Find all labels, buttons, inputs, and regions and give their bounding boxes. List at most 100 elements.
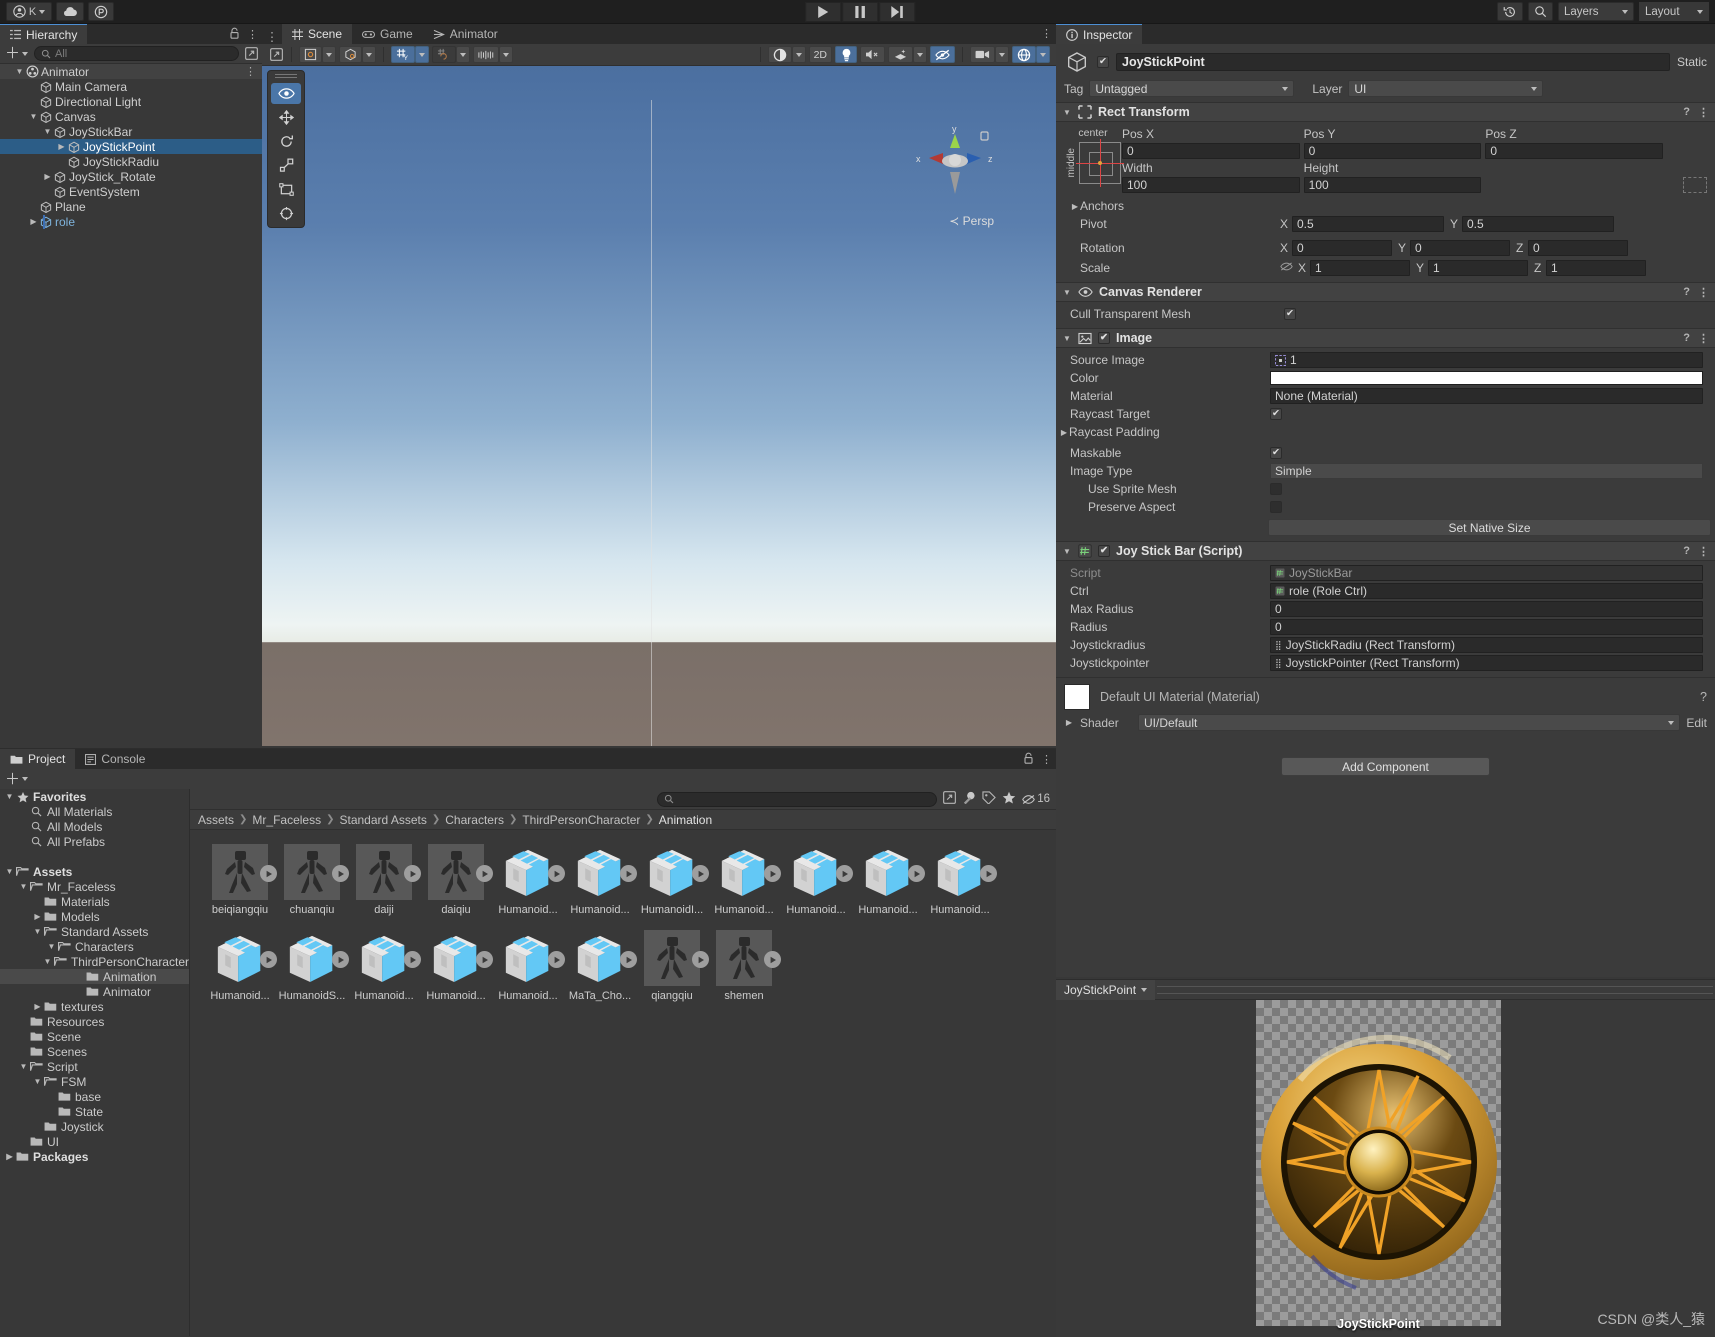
project-search-input[interactable] bbox=[657, 791, 938, 807]
material-field[interactable]: None (Material) bbox=[1270, 388, 1703, 404]
pivot-x-input[interactable]: 0.5 bbox=[1292, 216, 1444, 232]
max-radius-input[interactable]: 0 bbox=[1270, 601, 1703, 617]
posx-input[interactable]: 0 bbox=[1122, 143, 1300, 159]
hierarchy-item-plane[interactable]: ▶Plane bbox=[0, 199, 262, 214]
project-tree-item-mr-faceless[interactable]: ▼ Mr_Faceless bbox=[0, 879, 189, 894]
breadcrumb[interactable]: Assets ❯ Mr_Faceless ❯ Standard Assets ❯ Chara… bbox=[190, 810, 1056, 830]
anchor-preset[interactable]: center middle bbox=[1064, 127, 1124, 193]
asset-thumbnail[interactable] bbox=[644, 844, 709, 900]
gizmos-button[interactable] bbox=[1012, 46, 1036, 63]
chevron-down-icon[interactable]: ▼ bbox=[46, 942, 57, 951]
scene-fx-button[interactable] bbox=[888, 46, 913, 63]
scene-lighting-button[interactable] bbox=[835, 46, 857, 63]
breadcrumb-item-mr-faceless[interactable]: Mr_Faceless bbox=[252, 813, 321, 827]
project-tree-item-animation[interactable]: ▶Animation bbox=[0, 969, 189, 984]
project-menu-icon[interactable]: ⋮ bbox=[1041, 753, 1052, 766]
project-folder-tree[interactable]: ▼Favorites▶All Materials▶All Models▶All … bbox=[0, 789, 190, 1336]
shading-mode-dropdown[interactable] bbox=[791, 46, 806, 63]
chevron-down-icon[interactable]: ▼ bbox=[32, 1077, 43, 1086]
use-sprite-mesh-checkbox[interactable]: ✔ bbox=[1270, 483, 1282, 495]
static-label[interactable]: Static bbox=[1677, 55, 1707, 69]
hierarchy-item-canvas[interactable]: ▼ Canvas bbox=[0, 109, 262, 124]
asset-thumbnail[interactable] bbox=[572, 930, 637, 986]
breadcrumb-item-standard-assets[interactable]: Standard Assets bbox=[339, 813, 426, 827]
view-tool-button[interactable] bbox=[271, 83, 301, 104]
shader-dropdown[interactable]: UI/Default bbox=[1138, 714, 1681, 731]
color-swatch-field[interactable] bbox=[1270, 371, 1703, 385]
asset-thumbnail[interactable] bbox=[356, 844, 421, 900]
chevron-down-icon[interactable]: ▼ bbox=[1062, 334, 1072, 343]
help-icon[interactable]: ? bbox=[1683, 286, 1690, 298]
project-tree-item-assets[interactable]: ▼ Assets bbox=[0, 864, 189, 879]
play-preview-icon[interactable] bbox=[620, 951, 637, 968]
project-tree-item-textures[interactable]: ▶ textures bbox=[0, 999, 189, 1014]
layer-dropdown[interactable]: UI bbox=[1348, 80, 1544, 97]
scene-camera-button[interactable] bbox=[970, 46, 995, 63]
image-type-dropdown[interactable]: Simple bbox=[1270, 463, 1703, 479]
canvas-renderer-header[interactable]: ▼ Canvas Renderer ? ⋮ bbox=[1056, 282, 1715, 302]
project-tree-item-all-prefabs[interactable]: ▶All Prefabs bbox=[0, 834, 189, 849]
tab-console[interactable]: Console bbox=[75, 749, 156, 769]
play-preview-icon[interactable] bbox=[476, 951, 493, 968]
snap-increment-dropdown[interactable] bbox=[456, 46, 470, 63]
image-component-header[interactable]: ▼ ✔ Image ? ⋮ bbox=[1056, 328, 1715, 348]
chevron-right-icon[interactable]: ▶ bbox=[56, 142, 67, 151]
component-menu-icon[interactable]: ⋮ bbox=[1698, 106, 1709, 119]
tab-project[interactable]: Project bbox=[0, 749, 76, 769]
play-preview-icon[interactable] bbox=[404, 951, 421, 968]
move-tool-button[interactable] bbox=[271, 107, 301, 128]
hierarchy-item-directional-light[interactable]: ▶Directional Light bbox=[0, 94, 262, 109]
script-enabled-checkbox[interactable]: ✔ bbox=[1098, 545, 1110, 557]
play-preview-icon[interactable] bbox=[332, 865, 349, 882]
asset-thumbnail[interactable] bbox=[212, 930, 277, 986]
constrain-proportions-icon[interactable] bbox=[1280, 261, 1293, 275]
joystickpointer-field[interactable]: ⣿ JoystickPointer (Rect Transform) bbox=[1270, 655, 1703, 671]
chevron-down-icon[interactable]: ▼ bbox=[18, 1062, 29, 1071]
play-preview-icon[interactable] bbox=[764, 865, 781, 882]
asset-cell[interactable]: HumanoidS... bbox=[277, 930, 349, 1002]
project-tree-item-joystick[interactable]: ▶Joystick bbox=[0, 1119, 189, 1134]
project-tree-item-base[interactable]: ▶base bbox=[0, 1089, 189, 1104]
preview-name-dropdown[interactable]: JoyStickPoint bbox=[1056, 979, 1156, 1000]
scene-camera-dropdown[interactable] bbox=[995, 46, 1009, 63]
play-preview-icon[interactable] bbox=[692, 865, 709, 882]
hierarchy-expand-icon[interactable] bbox=[243, 46, 259, 61]
project-tree-item-materials[interactable]: ▶Materials bbox=[0, 894, 189, 909]
asset-cell[interactable]: beiqiangqiu bbox=[205, 844, 277, 916]
search-button[interactable] bbox=[1528, 2, 1553, 21]
scene-menu-icon[interactable]: ⋮ bbox=[1041, 27, 1052, 40]
asset-thumbnail[interactable] bbox=[716, 930, 781, 986]
chevron-right-icon[interactable]: ▶ bbox=[32, 1002, 43, 1011]
material-help-icon[interactable]: ? bbox=[1700, 690, 1707, 704]
project-tree-item-resources[interactable]: ▶Resources bbox=[0, 1014, 189, 1029]
scene-audio-button[interactable] bbox=[860, 46, 885, 63]
create-button[interactable]: ＋ bbox=[3, 46, 30, 61]
chevron-down-icon[interactable]: ▼ bbox=[42, 957, 53, 966]
project-create-button[interactable]: ＋ bbox=[3, 772, 30, 787]
chevron-down-icon[interactable]: ▼ bbox=[28, 112, 39, 121]
step-button[interactable] bbox=[878, 1, 915, 22]
chevron-down-icon[interactable]: ▼ bbox=[42, 127, 53, 136]
undo-history-button[interactable] bbox=[1497, 2, 1523, 21]
chevron-down-icon[interactable]: ▼ bbox=[32, 927, 43, 936]
help-icon[interactable]: ? bbox=[1683, 545, 1690, 557]
chevron-down-icon[interactable]: ▼ bbox=[1062, 288, 1072, 297]
asset-cell[interactable]: Humanoid... bbox=[925, 844, 997, 916]
chevron-down-icon[interactable]: ▼ bbox=[18, 882, 29, 891]
ctrl-field[interactable]: role (Role Ctrl) bbox=[1270, 583, 1703, 599]
add-component-button[interactable]: Add Component bbox=[1281, 757, 1490, 776]
blueprint-mode-button[interactable] bbox=[1683, 177, 1708, 193]
2d-toggle-button[interactable]: 2D bbox=[808, 46, 832, 63]
project-tree-item-all-materials[interactable]: ▶All Materials bbox=[0, 804, 189, 819]
height-input[interactable]: 100 bbox=[1303, 177, 1482, 193]
project-tree-item-thirdpersoncharacter[interactable]: ▼ ThirdPersonCharacter bbox=[0, 954, 189, 969]
scene-open-icon[interactable] bbox=[268, 47, 284, 62]
cloud-button[interactable] bbox=[56, 2, 84, 21]
rot-x-input[interactable]: 0 bbox=[1292, 240, 1392, 256]
play-preview-icon[interactable] bbox=[476, 865, 493, 882]
asset-thumbnail[interactable] bbox=[428, 930, 493, 986]
asset-cell[interactable]: Humanoid... bbox=[565, 844, 637, 916]
joystickradius-field[interactable]: ⣿ JoyStickRadiu (Rect Transform) bbox=[1270, 637, 1703, 653]
asset-thumbnail[interactable] bbox=[500, 844, 565, 900]
gizmos-dropdown[interactable] bbox=[1036, 46, 1050, 63]
